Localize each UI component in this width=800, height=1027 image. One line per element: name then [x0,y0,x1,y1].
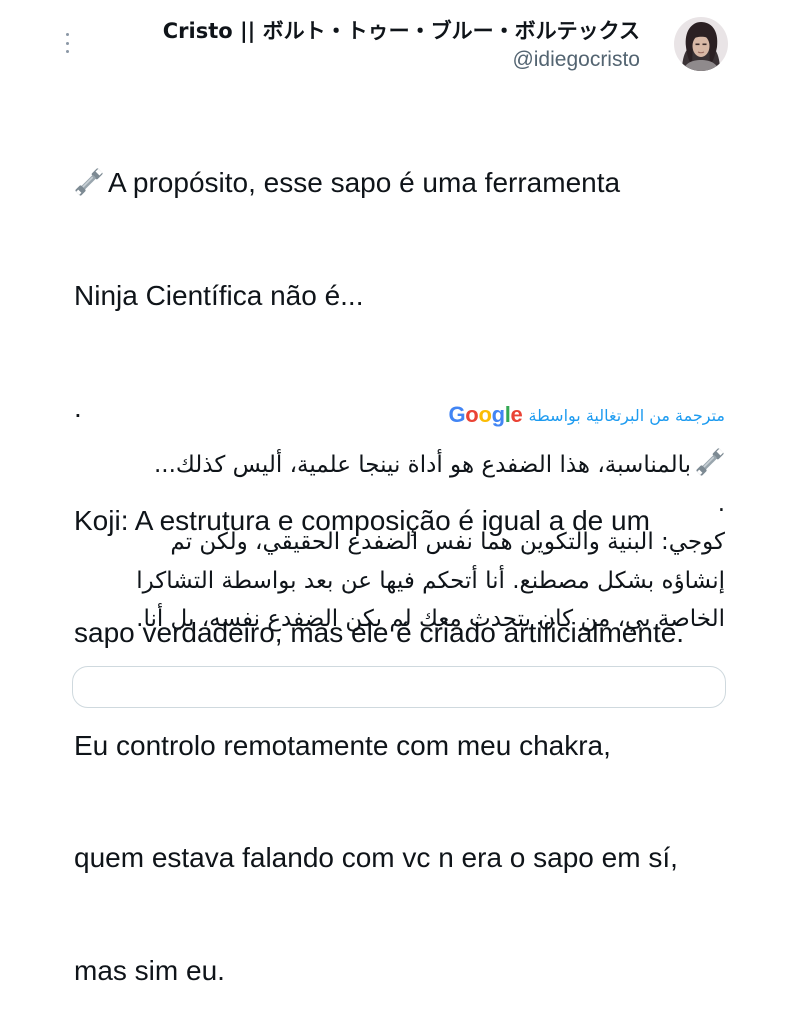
google-logo-letter: o [478,402,492,427]
google-logo-letter: o [465,402,479,427]
dot [65,41,69,45]
translation-credit[interactable]: Google مترجمة من البرتغالية بواسطة [448,402,725,428]
tweet-line: A propósito, esse sapo é uma ferramenta [74,164,784,202]
dot [65,50,69,53]
author-display-name[interactable]: Cristo || ボルト・トゥー・ブルー・ボルテックス [163,16,640,46]
tweet-line: Eu controlo remotamente com meu chakra, [74,729,611,761]
translated-line: كوجي: البنية والتكوين هما نفس الضفدع الح… [170,529,725,556]
tweet-line: quem estava falando com vc n era o sapo … [74,842,678,873]
translated-line: الخاصة بي، من كان يتحدث معك لم يكن الضفد… [136,606,725,633]
translated-line-text: بالمناسبة، هذا الضفدع هو أداة نينجا علمي… [153,452,691,478]
more-options-icon[interactable] [60,33,74,53]
tweet-author: Cristo || ボルト・トゥー・ブルー・ボルテックス @idiegocris… [163,16,640,74]
google-logo: Google [448,402,522,428]
translated-line: . [717,490,725,517]
translated-line: إنشاؤه بشكل مصطنع. أنا أتحكم فيها عن بعد… [136,567,725,594]
wrench-icon [696,448,724,476]
google-logo-letter: g [491,402,505,427]
wrench-icon [75,168,103,196]
tweet-line: mas sim eu. [74,954,225,986]
dot [65,33,69,36]
avatar[interactable] [674,17,728,71]
tweet-line: Ninja Científica não é... [74,279,364,311]
author-handle[interactable]: @idiegocristo [163,46,640,74]
google-logo-letter: e [510,402,523,427]
google-logo-letter: G [448,402,466,427]
avatar-image [674,17,728,71]
translation-credit-label[interactable]: مترجمة من البرتغالية بواسطة [528,406,725,425]
translated-line: بالمناسبة، هذا الضفدع هو أداة نينجا علمي… [65,446,725,485]
quoted-tweet-card[interactable] [72,666,726,708]
translated-text: بالمناسبة، هذا الضفدع هو أداة نينجا علمي… [65,446,725,639]
tweet-line-text: A propósito, esse sapo é uma ferramenta [108,167,621,198]
